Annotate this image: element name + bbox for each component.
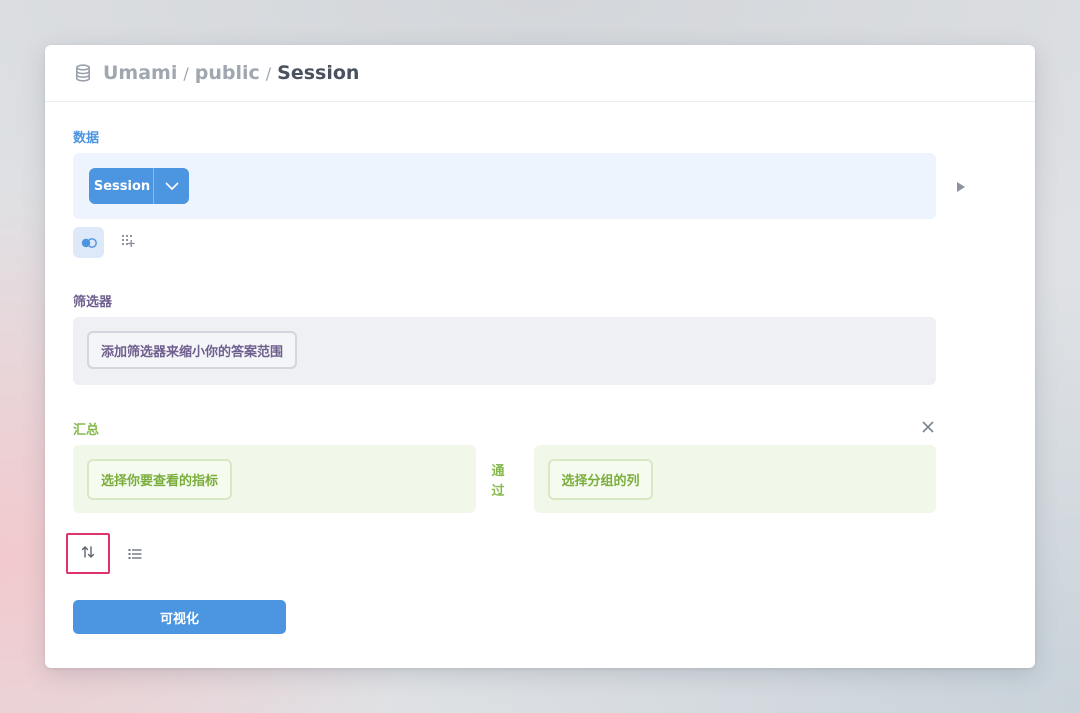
header: Umami / public / Session xyxy=(45,45,1035,102)
data-panel: Session xyxy=(73,153,936,219)
play-icon[interactable] xyxy=(953,179,967,193)
query-editor-card: Umami / public / Session 数据 Session 筛选器 … xyxy=(45,45,1035,668)
breadcrumb-separator: / xyxy=(183,63,189,83)
row-limit-button[interactable] xyxy=(124,543,146,565)
pick-group-column-button[interactable]: 选择分组的列 xyxy=(548,459,653,500)
summarize-section-label: 汇总 xyxy=(73,423,100,438)
filter-panel: 添加筛选器来缩小你的答案范围 xyxy=(73,317,936,385)
join-icon xyxy=(81,233,97,252)
table-select-button[interactable]: Session xyxy=(89,168,189,204)
sort-button[interactable] xyxy=(66,533,110,574)
group-by-label-line: 过 xyxy=(491,484,505,499)
breadcrumb-separator: / xyxy=(265,63,272,83)
breadcrumb-table: Session xyxy=(277,62,360,84)
breadcrumb-schema[interactable]: public xyxy=(195,62,260,84)
list-icon xyxy=(128,545,142,564)
data-section-label: 数据 xyxy=(73,131,100,146)
database-icon xyxy=(75,64,91,82)
metric-panel: 选择你要查看的指标 xyxy=(73,445,476,513)
sort-icon xyxy=(81,544,95,563)
group-by-label: 通 过 xyxy=(485,462,511,502)
custom-column-button[interactable] xyxy=(112,227,143,258)
chevron-down-icon[interactable] xyxy=(153,168,189,204)
visualize-button[interactable]: 可视化 xyxy=(73,600,286,634)
filter-section-label: 筛选器 xyxy=(73,295,113,310)
close-icon[interactable] xyxy=(921,419,935,433)
table-select-label: Session xyxy=(93,178,151,194)
join-data-button[interactable] xyxy=(73,227,104,258)
breadcrumb-database[interactable]: Umami xyxy=(103,62,177,84)
group-panel: 选择分组的列 xyxy=(534,445,936,513)
add-filter-button[interactable]: 添加筛选器来缩小你的答案范围 xyxy=(87,331,297,369)
add-column-icon xyxy=(121,233,135,252)
group-by-label-line: 通 xyxy=(491,464,505,479)
pick-metric-button[interactable]: 选择你要查看的指标 xyxy=(87,459,232,500)
